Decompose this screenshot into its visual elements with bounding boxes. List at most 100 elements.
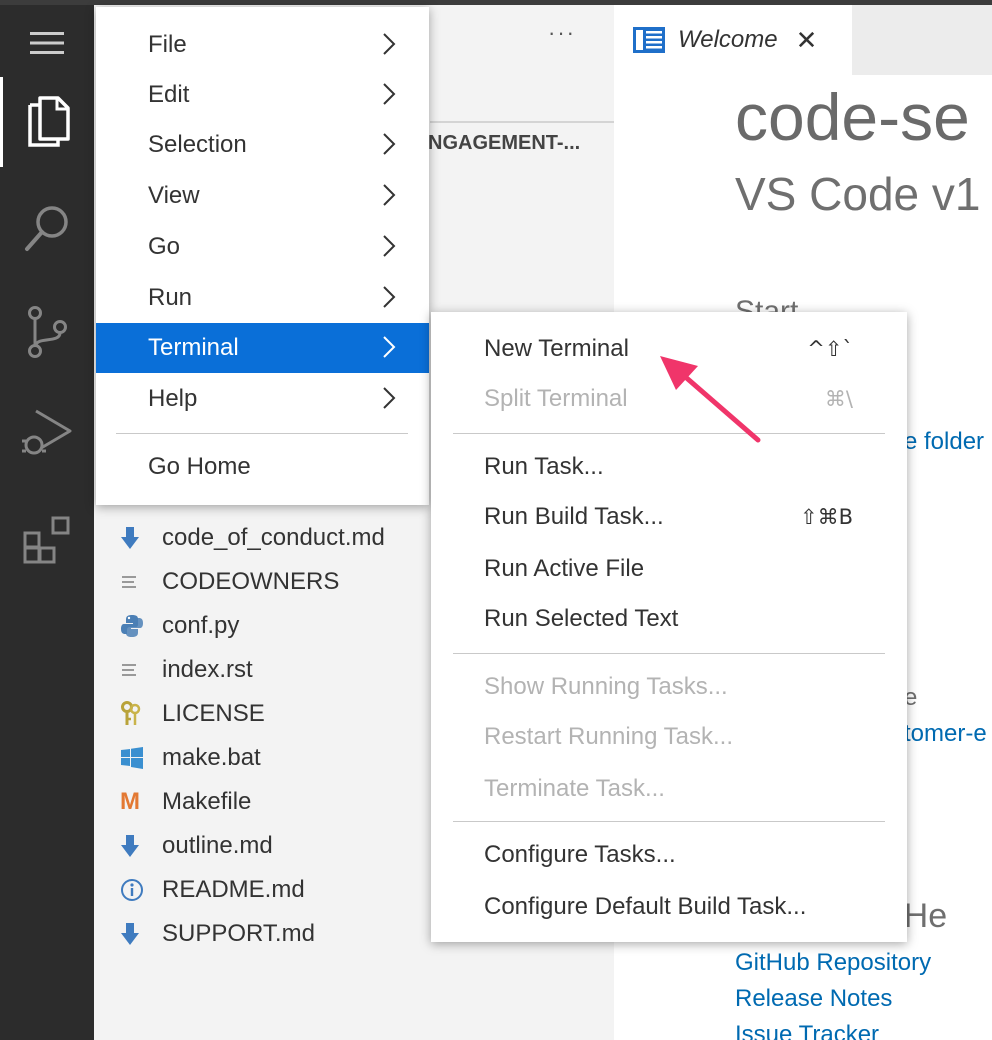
explorer-section-title[interactable]: NGAGEMENT-... — [428, 132, 580, 155]
menu-item-show-running-tasks: Show Running Tasks... — [431, 662, 907, 712]
menu-item-label: New Terminal — [484, 335, 629, 362]
menu-item-label: Run Build Task... — [484, 503, 664, 530]
file-item[interactable]: index.rst — [120, 648, 253, 692]
chevron-right-icon — [383, 235, 396, 257]
annotation-arrow-icon — [660, 356, 761, 443]
file-name: LICENSE — [162, 700, 265, 727]
menu-item-label: Selection — [148, 131, 247, 158]
menu-item-file[interactable]: File — [96, 20, 429, 70]
hamburger-menu-icon — [30, 32, 64, 54]
menu-item-configure-default-build-task[interactable]: Configure Default Build Task... — [431, 882, 907, 932]
menu-item-label: Restart Running Task... — [484, 723, 734, 750]
menu-item-label: Run Selected Text — [484, 605, 679, 632]
menu-item-terminate-task: Terminate Task... — [431, 764, 907, 814]
menu-item-label: Configure Tasks... — [484, 841, 676, 868]
menu-separator — [453, 653, 885, 654]
file-name: outline.md — [162, 832, 273, 859]
chevron-right-icon — [383, 33, 396, 55]
download-arrow-icon — [120, 834, 154, 858]
search-button[interactable] — [0, 183, 94, 273]
welcome-subtitle: VS Code v1 — [735, 168, 981, 220]
explorer-button[interactable] — [0, 77, 94, 167]
file-item[interactable]: conf.py — [120, 604, 239, 648]
file-item[interactable]: outline.md — [120, 824, 273, 868]
file-item[interactable]: code_of_conduct.md — [120, 516, 385, 560]
menu-item-terminal[interactable]: Terminal — [96, 323, 429, 373]
close-icon[interactable]: ✕ — [796, 25, 818, 56]
menu-item-edit[interactable]: Edit — [96, 70, 429, 120]
file-item[interactable]: make.bat — [120, 736, 261, 780]
github-repository-link[interactable]: GitHub Repository — [735, 949, 931, 977]
chevron-right-icon — [383, 133, 396, 155]
run-debug-button[interactable] — [0, 389, 94, 479]
download-arrow-icon — [120, 526, 154, 550]
menu-item-selection[interactable]: Selection — [96, 120, 429, 170]
windows-icon — [120, 746, 154, 770]
info-icon — [120, 878, 154, 902]
menu-separator — [453, 821, 885, 822]
menu-item-run-selected-text[interactable]: Run Selected Text — [431, 594, 907, 644]
menu-item-restart-running-task: Restart Running Task... — [431, 712, 907, 762]
application-menu: File Edit Selection View Go Run Terminal… — [96, 7, 429, 505]
menu-item-run[interactable]: Run — [96, 273, 429, 323]
menu-item-go[interactable]: Go — [96, 222, 429, 272]
menu-item-go-home[interactable]: Go Home — [96, 442, 429, 492]
welcome-page-icon — [632, 26, 666, 54]
menu-item-label: Edit — [148, 81, 190, 108]
menu-item-label: Help — [148, 385, 198, 412]
tab-label: Welcome — [678, 26, 778, 53]
file-item[interactable]: README.md — [120, 868, 305, 912]
run-debug-icon — [22, 409, 72, 455]
file-item[interactable]: M Makefile — [120, 780, 251, 824]
file-name: README.md — [162, 876, 305, 903]
section-divider — [430, 121, 614, 123]
more-actions-icon[interactable]: ··· — [548, 20, 576, 46]
menu-item-run-active-file[interactable]: Run Active File — [431, 544, 907, 594]
file-item[interactable]: LICENSE — [120, 692, 265, 736]
issue-tracker-link[interactable]: Issue Tracker — [735, 1021, 879, 1040]
menu-item-label: Terminate Task... — [484, 775, 665, 802]
menu-separator — [116, 433, 408, 434]
menu-item-label: Configure Default Build Task... — [484, 893, 807, 920]
source-control-button[interactable] — [0, 287, 94, 377]
search-icon — [25, 206, 68, 251]
release-notes-link[interactable]: Release Notes — [735, 985, 892, 1013]
file-name: SUPPORT.md — [162, 920, 315, 947]
file-name: index.rst — [162, 656, 253, 683]
makefile-m-icon: M — [120, 788, 140, 815]
menu-item-configure-tasks[interactable]: Configure Tasks... — [431, 830, 907, 880]
text-lines-icon — [120, 661, 154, 679]
keyboard-shortcut: ^⇧` — [807, 337, 853, 361]
menu-item-help[interactable]: Help — [96, 374, 429, 424]
tab-welcome[interactable]: Welcome ✕ — [614, 5, 852, 75]
menu-item-label: File — [148, 31, 187, 58]
menu-item-view[interactable]: View — [96, 171, 429, 221]
menu-item-label: Run Task... — [484, 453, 604, 480]
menu-button[interactable] — [0, 5, 94, 81]
welcome-title: code-se — [735, 80, 970, 154]
keys-icon — [120, 701, 154, 727]
chevron-right-icon — [383, 387, 396, 409]
extensions-icon — [23, 516, 70, 564]
chevron-right-icon — [383, 83, 396, 105]
menu-item-run-build-task[interactable]: Run Build Task... ⇧⌘B — [431, 492, 907, 542]
files-icon — [27, 96, 70, 147]
source-control-icon — [28, 306, 67, 358]
menu-item-label: Split Terminal — [484, 385, 628, 412]
file-name: Makefile — [162, 788, 252, 815]
menu-item-label: Run — [148, 284, 193, 311]
menu-item-label: Go Home — [148, 453, 251, 480]
extensions-button[interactable] — [0, 495, 94, 585]
file-item[interactable]: CODEOWNERS — [120, 560, 339, 604]
keyboard-shortcut: ⌘\ — [824, 387, 853, 411]
recent-workspace-link[interactable]: tomer-e — [904, 720, 987, 748]
menu-item-label: Go — [148, 233, 181, 260]
file-item[interactable]: SUPPORT.md — [120, 912, 315, 956]
activity-bar — [0, 5, 94, 1040]
chevron-right-icon — [383, 184, 396, 206]
chevron-right-icon — [383, 336, 396, 358]
open-folder-link[interactable]: e folder — [904, 428, 984, 456]
menu-item-label: Terminal — [148, 334, 239, 361]
text-lines-icon — [120, 573, 154, 591]
python-icon — [120, 614, 154, 638]
